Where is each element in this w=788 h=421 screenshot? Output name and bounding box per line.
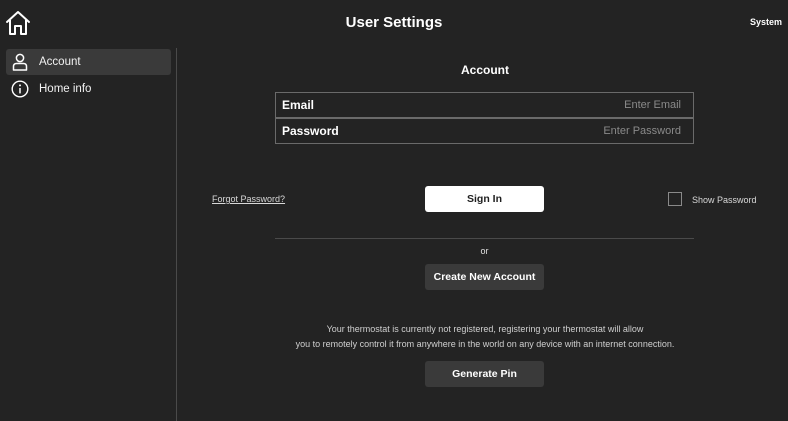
email-input[interactable] — [459, 98, 683, 112]
password-label: Password — [282, 124, 339, 138]
registration-info-line: Your thermostat is currently not registe… — [326, 324, 644, 334]
info-icon — [10, 79, 30, 99]
forgot-password-link[interactable]: Forgot Password? — [212, 194, 285, 204]
generate-pin-button[interactable]: Generate Pin — [425, 361, 544, 387]
registration-info-line: you to remotely control it from anywhere… — [295, 339, 675, 349]
user-icon — [10, 52, 30, 72]
page-title: User Settings — [345, 14, 443, 31]
sidebar-item-label: Home info — [39, 83, 92, 95]
password-input[interactable] — [459, 124, 683, 138]
email-field-row: Email — [275, 92, 694, 118]
create-account-button[interactable]: Create New Account — [425, 264, 544, 290]
show-password-label: Show Password — [692, 195, 757, 205]
sidebar-item-account[interactable]: Account — [6, 49, 171, 75]
or-separator: or — [480, 246, 489, 256]
sidebar-divider — [176, 48, 177, 421]
email-label: Email — [282, 98, 315, 112]
sidebar-item-home-info[interactable]: Home info — [6, 76, 171, 102]
system-button[interactable]: System — [750, 17, 782, 27]
section-title: Account — [461, 63, 509, 77]
divider — [275, 238, 694, 239]
sign-in-button[interactable]: Sign In — [425, 186, 544, 212]
password-field-row: Password — [275, 118, 694, 144]
show-password-checkbox[interactable] — [668, 192, 682, 206]
sidebar-item-label: Account — [39, 56, 81, 68]
registration-info: Your thermostat is currently not registe… — [240, 322, 730, 352]
